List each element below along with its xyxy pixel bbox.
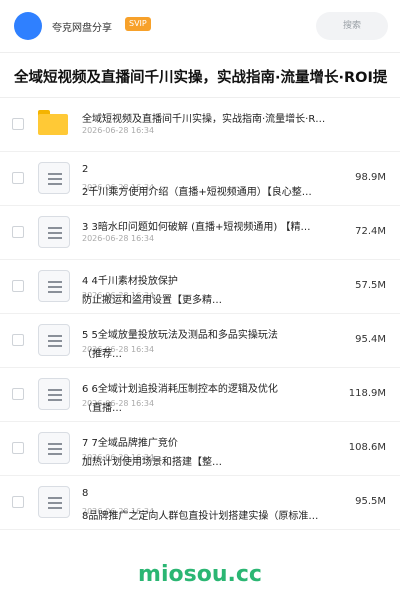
file-size: 108.6M	[348, 442, 386, 453]
row-checkbox[interactable]	[12, 496, 24, 508]
page-title: 全域短视频及直播间千川实操，实战指南·流量增长·ROI提	[14, 70, 388, 86]
row-checkbox[interactable]	[12, 172, 24, 184]
row-checkbox[interactable]	[12, 442, 24, 454]
site-name: 夸克网盘分享	[52, 23, 112, 34]
row-checkbox[interactable]	[12, 226, 24, 238]
document-icon	[38, 378, 70, 410]
folder-icon	[38, 110, 68, 135]
file-name-line2[interactable]: 加热计划使用场景和搭建【整…	[82, 453, 350, 468]
search-input[interactable]	[316, 12, 388, 40]
file-size: 98.9M	[355, 172, 386, 183]
file-row[interactable]: 3 3暗水印问题如何破解 (直播+短视频通用) 【精… 2026-06-28 1…	[0, 206, 400, 260]
row-checkbox[interactable]	[12, 118, 24, 130]
avatar[interactable]	[14, 12, 42, 40]
file-row[interactable]: 全域短视频及直播间千川实操，实战指南·流量增长·R… 2026-06-28 16…	[0, 98, 400, 152]
file-size: 95.5M	[355, 496, 386, 507]
file-name[interactable]: 5 5全域放量投放玩法及测品和多品实操玩法	[82, 326, 350, 341]
header: 夸克网盘分享 SVIP	[0, 0, 400, 52]
file-row[interactable]: 5 5全域放量投放玩法及测品和多品实操玩法 2026-06-28 16:34 （…	[0, 314, 400, 368]
file-name-line2[interactable]: （推荐…	[82, 345, 350, 360]
file-size: 57.5M	[355, 280, 386, 291]
file-name[interactable]: 7 7全域品牌推广竞价	[82, 434, 350, 449]
file-list: 全域短视频及直播间千川实操，实战指南·流量增长·R… 2026-06-28 16…	[0, 98, 400, 530]
document-icon	[38, 216, 70, 248]
file-name[interactable]: 全域短视频及直播间千川实操，实战指南·流量增长·R…	[82, 110, 350, 125]
file-name-line2[interactable]: 8品牌推广之定向人群包直投计划搭建实操（原标准…	[82, 507, 350, 522]
document-icon	[38, 432, 70, 464]
file-row[interactable]: 7 7全域品牌推广竞价 2026-06-28 16:34 加热计划使用场景和搭建…	[0, 422, 400, 476]
file-name[interactable]: 3 3暗水印问题如何破解 (直播+短视频通用) 【精…	[82, 218, 350, 233]
file-row[interactable]: 6 6全域计划追投消耗压制控本的逻辑及优化 2026-06-28 16:34 （…	[0, 368, 400, 422]
file-date: 2026-06-28 16:34	[82, 234, 155, 243]
file-name[interactable]: 2	[82, 164, 350, 175]
file-row[interactable]: 4 4千川素材投放保护 2026-06-28 16:34 防止搬运和盗用设置【更…	[0, 260, 400, 314]
file-row[interactable]: 2 2026-06-28 16:34 2千川乘方使用介绍（直播+短视频通用）【良…	[0, 152, 400, 206]
document-icon	[38, 324, 70, 356]
row-checkbox[interactable]	[12, 334, 24, 346]
document-icon	[38, 270, 70, 302]
file-size: 72.4M	[355, 226, 386, 237]
svip-badge: SVIP	[125, 17, 151, 31]
watermark: miosou.cc	[138, 562, 262, 587]
file-name-line2[interactable]: （直播…	[82, 399, 350, 414]
document-icon	[38, 162, 70, 194]
file-name[interactable]: 4 4千川素材投放保护	[82, 272, 350, 287]
file-name-line2[interactable]: 2千川乘方使用介绍（直播+短视频通用）【良心整…	[82, 183, 350, 198]
file-size: 118.9M	[348, 388, 386, 399]
file-name[interactable]: 8	[82, 488, 350, 499]
document-icon	[38, 486, 70, 518]
title-bar: 全域短视频及直播间千川实操，实战指南·流量增长·ROI提	[0, 52, 400, 98]
file-row[interactable]: 8 2026-06-28 16:34 8品牌推广之定向人群包直投计划搭建实操（原…	[0, 476, 400, 530]
row-checkbox[interactable]	[12, 388, 24, 400]
file-name[interactable]: 6 6全域计划追投消耗压制控本的逻辑及优化	[82, 380, 350, 395]
file-size: 95.4M	[355, 334, 386, 345]
file-date: 2026-06-28 16:34	[82, 126, 155, 135]
file-name-line2[interactable]: 防止搬运和盗用设置【更多精…	[82, 291, 350, 306]
row-checkbox[interactable]	[12, 280, 24, 292]
